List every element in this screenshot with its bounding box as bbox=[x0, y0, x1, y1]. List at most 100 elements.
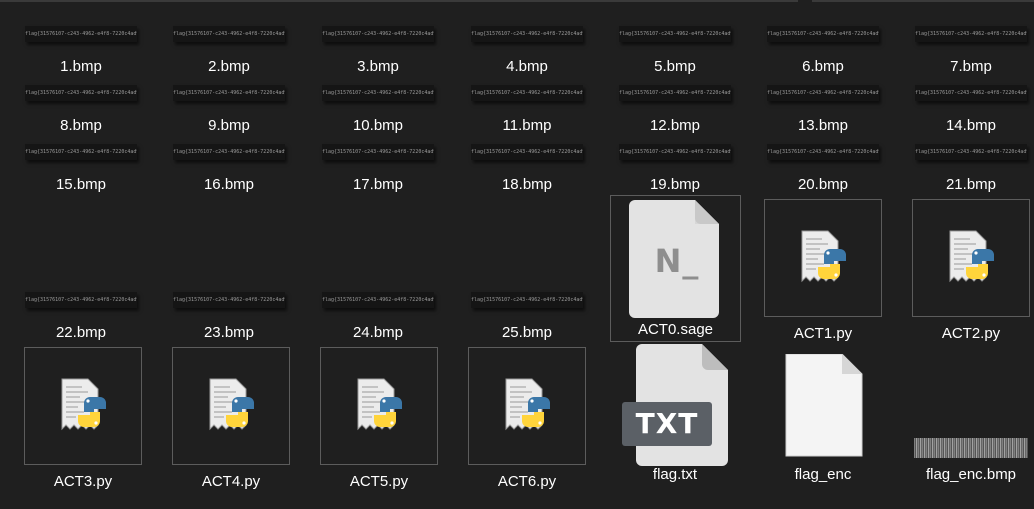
file-name: 4.bmp bbox=[506, 58, 548, 75]
file-item[interactable]: TXT flag.txt bbox=[616, 344, 734, 484]
file-item[interactable]: flag_enc bbox=[764, 352, 882, 484]
bmp-thumbnail: flag{31576107-c243-4962-e4f8-7220c4ad9a7… bbox=[25, 292, 137, 308]
file-name: 13.bmp bbox=[797, 117, 849, 134]
sage-glyph: N_ bbox=[654, 242, 700, 280]
file-name: 12.bmp bbox=[649, 117, 701, 134]
bmp-thumbnail: flag{31576107-c243-4962-e4f8-7220c4ad9a7… bbox=[471, 292, 583, 308]
file-name: 7.bmp bbox=[950, 58, 992, 75]
file-item[interactable]: flag{31576107-c243-4962-e4f8-7220c4ad9a7… bbox=[912, 144, 1030, 194]
file-name: ACT6.py bbox=[497, 473, 557, 490]
bmp-thumbnail: flag{31576107-c243-4962-e4f8-7220c4ad9a7… bbox=[767, 85, 879, 101]
bmp-thumbnail: flag{31576107-c243-4962-e4f8-7220c4ad9a7… bbox=[767, 144, 879, 160]
file-item[interactable]: flag{31576107-c243-4962-e4f8-7220c4ad9a7… bbox=[912, 85, 1030, 135]
file-name: 18.bmp bbox=[501, 176, 553, 193]
file-item[interactable]: ACT6.py bbox=[468, 347, 586, 490]
bmp-thumbnail: flag{31576107-c243-4962-e4f8-7220c4ad9a7… bbox=[619, 85, 731, 101]
file-item[interactable]: N_ ACT0.sage bbox=[610, 195, 741, 342]
file-item[interactable]: flag{31576107-c243-4962-e4f8-7220c4ad9a7… bbox=[22, 26, 140, 76]
bmp-thumbnail: flag{31576107-c243-4962-e4f8-7220c4ad9a7… bbox=[25, 85, 137, 101]
file-item[interactable]: flag{31576107-c243-4962-e4f8-7220c4ad9a7… bbox=[22, 85, 140, 135]
python-file-icon bbox=[357, 378, 402, 431]
file-name: 25.bmp bbox=[501, 324, 553, 341]
file-name: flag_enc.bmp bbox=[925, 466, 1017, 483]
file-item[interactable]: flag{31576107-c243-4962-e4f8-7220c4ad9a7… bbox=[616, 144, 734, 194]
file-item[interactable]: ACT2.py bbox=[912, 199, 1030, 342]
file-item[interactable]: flag{31576107-c243-4962-e4f8-7220c4ad9a7… bbox=[22, 144, 140, 194]
python-file-icon bbox=[209, 378, 254, 431]
file-item[interactable]: flag{31576107-c243-4962-e4f8-7220c4ad9a7… bbox=[170, 26, 288, 76]
blank-file-icon bbox=[785, 354, 863, 457]
file-explorer-view: flag{31576107-c243-4962-e4f8-7220c4ad9a7… bbox=[0, 0, 1034, 509]
file-item[interactable]: ACT1.py bbox=[764, 199, 882, 342]
file-name: 23.bmp bbox=[203, 324, 255, 341]
bmp-thumbnail: flag{31576107-c243-4962-e4f8-7220c4ad9a7… bbox=[173, 292, 285, 308]
file-item[interactable]: flag_enc.bmp bbox=[912, 352, 1030, 484]
file-name: 14.bmp bbox=[945, 117, 997, 134]
file-name: 24.bmp bbox=[352, 324, 404, 341]
file-item[interactable]: flag{31576107-c243-4962-e4f8-7220c4ad9a7… bbox=[468, 85, 586, 135]
file-name: 1.bmp bbox=[60, 58, 102, 75]
python-file-icon bbox=[505, 378, 550, 431]
bmp-thumbnail: flag{31576107-c243-4962-e4f8-7220c4ad9a7… bbox=[322, 144, 434, 160]
file-item[interactable]: flag{31576107-c243-4962-e4f8-7220c4ad9a7… bbox=[319, 26, 437, 76]
bmp-thumbnail: flag{31576107-c243-4962-e4f8-7220c4ad9a7… bbox=[322, 85, 434, 101]
noise-bmp-thumbnail bbox=[914, 438, 1028, 458]
file-name: ACT2.py bbox=[941, 325, 1001, 342]
file-item[interactable]: ACT4.py bbox=[172, 347, 290, 490]
file-item[interactable]: flag{31576107-c243-4962-e4f8-7220c4ad9a7… bbox=[468, 292, 586, 342]
file-name: ACT4.py bbox=[201, 473, 261, 490]
file-item[interactable]: flag{31576107-c243-4962-e4f8-7220c4ad9a7… bbox=[319, 292, 437, 342]
file-item[interactable]: flag{31576107-c243-4962-e4f8-7220c4ad9a7… bbox=[170, 292, 288, 342]
bmp-thumbnail: flag{31576107-c243-4962-e4f8-7220c4ad9a7… bbox=[619, 144, 731, 160]
file-name: 20.bmp bbox=[797, 176, 849, 193]
file-item[interactable]: flag{31576107-c243-4962-e4f8-7220c4ad9a7… bbox=[319, 144, 437, 194]
file-name: 21.bmp bbox=[945, 176, 997, 193]
file-item[interactable]: ACT5.py bbox=[320, 347, 438, 490]
bmp-thumbnail: flag{31576107-c243-4962-e4f8-7220c4ad9a7… bbox=[915, 85, 1027, 101]
bmp-thumbnail: flag{31576107-c243-4962-e4f8-7220c4ad9a7… bbox=[173, 26, 285, 42]
bmp-thumbnail: flag{31576107-c243-4962-e4f8-7220c4ad9a7… bbox=[915, 26, 1027, 42]
file-item[interactable]: flag{31576107-c243-4962-e4f8-7220c4ad9a7… bbox=[22, 292, 140, 342]
file-item[interactable]: flag{31576107-c243-4962-e4f8-7220c4ad9a7… bbox=[912, 26, 1030, 76]
file-item[interactable]: flag{31576107-c243-4962-e4f8-7220c4ad9a7… bbox=[468, 26, 586, 76]
bmp-thumbnail: flag{31576107-c243-4962-e4f8-7220c4ad9a7… bbox=[767, 26, 879, 42]
file-name: 2.bmp bbox=[208, 58, 250, 75]
txt-badge: TXT bbox=[622, 402, 712, 446]
file-name: ACT0.sage bbox=[637, 321, 714, 338]
file-name: 22.bmp bbox=[55, 324, 107, 341]
bmp-thumbnail: flag{31576107-c243-4962-e4f8-7220c4ad9a7… bbox=[471, 85, 583, 101]
file-item[interactable]: flag{31576107-c243-4962-e4f8-7220c4ad9a7… bbox=[764, 85, 882, 135]
file-item[interactable]: flag{31576107-c243-4962-e4f8-7220c4ad9a7… bbox=[764, 26, 882, 76]
bmp-thumbnail: flag{31576107-c243-4962-e4f8-7220c4ad9a7… bbox=[173, 144, 285, 160]
file-item[interactable]: flag{31576107-c243-4962-e4f8-7220c4ad9a7… bbox=[764, 144, 882, 194]
file-name: 19.bmp bbox=[649, 176, 701, 193]
file-name: 3.bmp bbox=[357, 58, 399, 75]
bmp-thumbnail: flag{31576107-c243-4962-e4f8-7220c4ad9a7… bbox=[25, 144, 137, 160]
file-name: ACT3.py bbox=[53, 473, 113, 490]
file-item[interactable]: flag{31576107-c243-4962-e4f8-7220c4ad9a7… bbox=[170, 85, 288, 135]
file-item[interactable]: flag{31576107-c243-4962-e4f8-7220c4ad9a7… bbox=[616, 26, 734, 76]
python-file-icon bbox=[61, 378, 106, 431]
file-grid: flag{31576107-c243-4962-e4f8-7220c4ad9a7… bbox=[0, 0, 1034, 509]
python-file-icon bbox=[949, 230, 994, 283]
file-name: 5.bmp bbox=[654, 58, 696, 75]
file-item[interactable]: flag{31576107-c243-4962-e4f8-7220c4ad9a7… bbox=[468, 144, 586, 194]
bmp-thumbnail: flag{31576107-c243-4962-e4f8-7220c4ad9a7… bbox=[471, 144, 583, 160]
file-item[interactable]: flag{31576107-c243-4962-e4f8-7220c4ad9a7… bbox=[319, 85, 437, 135]
python-file-icon bbox=[801, 230, 846, 283]
bmp-thumbnail: flag{31576107-c243-4962-e4f8-7220c4ad9a7… bbox=[322, 26, 434, 42]
file-item[interactable]: flag{31576107-c243-4962-e4f8-7220c4ad9a7… bbox=[616, 85, 734, 135]
file-name: flag.txt bbox=[652, 466, 698, 483]
file-name: 17.bmp bbox=[352, 176, 404, 193]
bmp-thumbnail: flag{31576107-c243-4962-e4f8-7220c4ad9a7… bbox=[173, 85, 285, 101]
file-name: 15.bmp bbox=[55, 176, 107, 193]
file-item[interactable]: flag{31576107-c243-4962-e4f8-7220c4ad9a7… bbox=[170, 144, 288, 194]
bmp-thumbnail: flag{31576107-c243-4962-e4f8-7220c4ad9a7… bbox=[619, 26, 731, 42]
file-name: 8.bmp bbox=[60, 117, 102, 134]
file-name: 10.bmp bbox=[352, 117, 404, 134]
file-name: 6.bmp bbox=[802, 58, 844, 75]
bmp-thumbnail: flag{31576107-c243-4962-e4f8-7220c4ad9a7… bbox=[322, 292, 434, 308]
bmp-thumbnail: flag{31576107-c243-4962-e4f8-7220c4ad9a7… bbox=[25, 26, 137, 42]
file-name: 11.bmp bbox=[502, 117, 552, 134]
file-item[interactable]: ACT3.py bbox=[24, 347, 142, 490]
